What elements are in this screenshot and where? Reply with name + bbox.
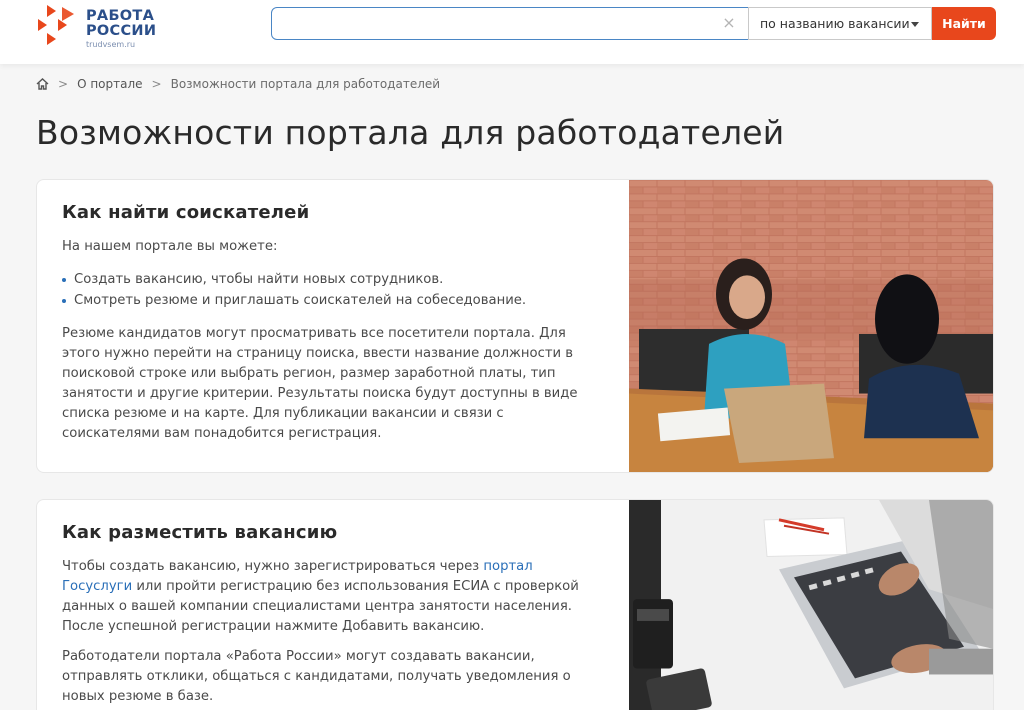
- home-icon[interactable]: [36, 78, 49, 90]
- paragraph-text: или пройти регистрацию без использования…: [132, 579, 579, 594]
- interview-photo: [629, 180, 993, 472]
- logo-title-line2: РОССИИ: [86, 23, 157, 39]
- breadcrumb-link-about[interactable]: О портале: [77, 77, 142, 91]
- breadcrumb: > О портале > Возможности портала для ра…: [36, 75, 440, 93]
- breadcrumb-current: Возможности портала для работодателей: [170, 77, 441, 91]
- paragraph-line: списка резюме и на карте. Для публикации…: [62, 406, 504, 421]
- paragraph-line: поисковой строке или выбрать регион, раз…: [62, 366, 556, 381]
- logo-mark-icon: [38, 5, 74, 45]
- page-title: Возможности портала для работодателей: [36, 113, 785, 152]
- clear-icon[interactable]: ×: [721, 15, 737, 31]
- site-logo[interactable]: РАБОТА РОССИИ trudvsem.ru: [36, 3, 166, 49]
- search-bar: × по названию вакансии Найти: [271, 7, 996, 40]
- logo-title-line1: РАБОТА: [86, 8, 155, 24]
- card-paragraph: Резюме кандидатов могут просматривать вс…: [62, 324, 602, 444]
- paragraph-text: Чтобы создать вакансию, нужно зарегистри…: [62, 559, 484, 574]
- list-item: Создать вакансию, чтобы найти новых сотр…: [62, 269, 602, 290]
- card-content: Как разместить вакансию Чтобы создать ва…: [62, 522, 602, 707]
- list-item: Смотреть резюме и приглашать соискателей…: [62, 290, 602, 311]
- search-mode-label: по названию вакансии: [760, 16, 910, 31]
- paragraph-line: После успешной регистрации нажмите Добав…: [62, 619, 485, 634]
- find-candidates-card: Как найти соискателей На нашем портале в…: [36, 179, 994, 473]
- breadcrumb-separator: >: [58, 77, 69, 91]
- card-paragraph: Работодатели портала «Работа России» мог…: [62, 647, 602, 707]
- paragraph-line: отправлять отклики, общаться с кандидата…: [62, 669, 571, 684]
- search-mode-select[interactable]: по названию вакансии: [748, 7, 932, 40]
- laptop-photo: [629, 500, 993, 710]
- site-header: РАБОТА РОССИИ trudvsem.ru × по названию …: [0, 0, 1024, 64]
- paragraph-line: Работодатели портала «Работа России» мог…: [62, 649, 535, 664]
- paragraph-line: Резюме кандидатов могут просматривать вс…: [62, 326, 566, 341]
- logo-domain: trudvsem.ru: [86, 40, 136, 49]
- chevron-down-icon: [911, 22, 919, 27]
- card-title: Как разместить вакансию: [62, 522, 338, 543]
- search-input[interactable]: [271, 7, 749, 40]
- card-intro: На нашем портале вы можете:: [62, 239, 278, 254]
- paragraph-line: занятости и другие критерии. Результаты …: [62, 386, 578, 401]
- paragraph-line: новых резюме в базе.: [62, 689, 214, 704]
- link-text: Госуслуги: [62, 579, 133, 594]
- paragraph-line: этого нужно перейти на страницу поиска, …: [62, 346, 574, 361]
- breadcrumb-separator: >: [151, 77, 162, 91]
- card-content: Как найти соискателей На нашем портале в…: [62, 202, 602, 444]
- card-paragraph: Чтобы создать вакансию, нужно зарегистри…: [62, 557, 602, 637]
- search-button[interactable]: Найти: [932, 7, 996, 40]
- feature-list: Создать вакансию, чтобы найти новых сотр…: [62, 269, 602, 311]
- card-title: Как найти соискателей: [62, 202, 310, 223]
- link-text: портал: [483, 559, 533, 574]
- paragraph-line: соискателями вам понадобится регистрация…: [62, 426, 382, 441]
- paragraph-line: данных о вашей компании специалистами це…: [62, 599, 572, 614]
- post-vacancy-card: Как разместить вакансию Чтобы создать ва…: [36, 499, 994, 710]
